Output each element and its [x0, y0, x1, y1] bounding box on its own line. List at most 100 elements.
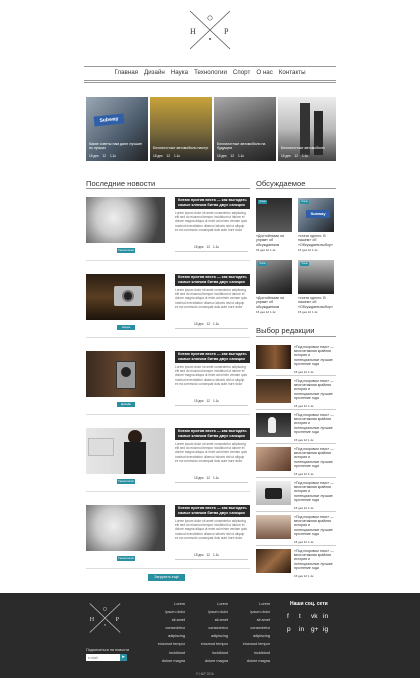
- footer-link[interactable]: eiusmod tempor: [230, 640, 270, 648]
- footer-link[interactable]: sit amet: [188, 616, 228, 624]
- editor-pick-title[interactable]: «Под покровом ночи» — многоэтажная крайн…: [294, 447, 336, 468]
- footer-link[interactable]: eiusmod tempor: [145, 640, 185, 648]
- footer-link[interactable]: consectetur: [188, 624, 228, 632]
- logo[interactable]: H P: [185, 8, 235, 52]
- footer-link[interactable]: adipiscing: [230, 632, 270, 640]
- editor-pick-views: 1.1к: [307, 404, 314, 408]
- footer-link[interactable]: consectetur: [145, 624, 185, 632]
- hero-item[interactable]: Беспилотные автомобили 15 дек 12 1.1к: [278, 97, 336, 161]
- article-title[interactable]: Китаю против веста — как выгодать самые …: [175, 351, 250, 363]
- article-tag[interactable]: Дизайн: [117, 402, 135, 407]
- editor-pick-meta: 15 дек 12 1.1к: [294, 540, 313, 544]
- article-tag[interactable]: Наука: [117, 325, 135, 330]
- discussed-tag[interactable]: Техно: [258, 200, 267, 204]
- footer-link[interactable]: adipiscing: [188, 632, 228, 640]
- subscribe-submit-button[interactable]: ▸: [120, 654, 127, 661]
- nav-item-contacts[interactable]: Контакты: [279, 69, 306, 79]
- footer-link[interactable]: dolore magna: [230, 657, 270, 665]
- article-tag[interactable]: Технологии: [117, 248, 135, 253]
- article-title[interactable]: Китаю против веста — как выгодать самые …: [175, 428, 250, 440]
- pinterest-icon[interactable]: p: [287, 626, 299, 633]
- discussed-title[interactable]: «Достойными ли упрям» об обсуждаемом: [256, 234, 292, 247]
- hero-caption: Беспилотные автомобили на будущем: [217, 141, 266, 151]
- article-card[interactable]: Технологии Китаю против веста — как выго…: [86, 505, 250, 569]
- hero-item[interactable]: Беспилотные автомобили на будущем 15 дек…: [214, 97, 276, 161]
- article-text: Lorem ipsum dolor sit amet consectetur a…: [175, 365, 247, 386]
- discussed-item[interactable]: Техно Subway «стати одного. В нашем» об «…: [298, 198, 334, 252]
- instagram-icon[interactable]: ig: [323, 626, 335, 633]
- discussed-item[interactable]: Техно «Достойными ли упрям» об обсуждаем…: [256, 260, 292, 314]
- editor-pick-title[interactable]: «Под покровом ночи» — многоэтажная крайн…: [294, 481, 336, 502]
- subscribe-email-input[interactable]: [86, 654, 120, 661]
- article-card[interactable]: Технологии Китаю против веста — как выго…: [86, 197, 250, 261]
- editor-pick[interactable]: «Под покровом ночи» — многоэтажная крайн…: [256, 345, 336, 377]
- editor-pick-date: 15 дек: [294, 370, 303, 374]
- article-card[interactable]: Наука Китаю против веста — как выгодать …: [86, 274, 250, 338]
- google-plus-icon[interactable]: g+: [311, 626, 323, 633]
- article-comments: 12: [206, 476, 211, 480]
- footer-link[interactable]: incididunt: [230, 649, 270, 657]
- discussed-tag[interactable]: Техно: [300, 262, 309, 266]
- linkedin-icon-2[interactable]: in: [299, 626, 311, 633]
- footer-link[interactable]: eiusmod tempor: [188, 640, 228, 648]
- footer-links-col-2: Lorem ipsum dolor sit amet consectetur a…: [188, 600, 228, 665]
- nav-item-about[interactable]: О нас: [256, 69, 272, 79]
- article-card[interactable]: Дизайн Китаю против веста — как выгодать…: [86, 351, 250, 415]
- article-title[interactable]: Китаю против веста — как выгодать самые …: [175, 197, 250, 209]
- footer-link[interactable]: consectetur: [230, 624, 270, 632]
- hero-item[interactable]: Беспилотные автомобили начнут 15 дек 12 1.…: [150, 97, 212, 161]
- twitter-icon[interactable]: t: [299, 613, 311, 620]
- article-tag[interactable]: Технологии: [117, 556, 135, 561]
- footer-logo[interactable]: H P: [86, 601, 124, 635]
- editor-pick-title[interactable]: «Под покровом ночи» — многоэтажная крайн…: [294, 413, 336, 434]
- discussed-title[interactable]: «Достойными ли упрям» об обсуждаемом: [256, 296, 292, 309]
- footer-link[interactable]: ipsum dolor: [230, 608, 270, 616]
- discussed-date: 15 дек: [298, 248, 307, 253]
- footer-link[interactable]: sit amet: [145, 616, 185, 624]
- hero-caption: Беспилотные автомобили: [281, 146, 325, 151]
- footer-link[interactable]: ipsum dolor: [145, 608, 185, 616]
- footer-link[interactable]: Lorem: [188, 600, 228, 608]
- discussed-title[interactable]: «стати одного. В нашем» об «Обсуждаем вы…: [298, 296, 334, 309]
- article-title[interactable]: Китаю против веста — как выгодать самые …: [175, 274, 250, 286]
- editor-pick-date: 15 дек: [294, 472, 303, 476]
- discussed-item[interactable]: Техно «Достойными ли упрям» об обсуждаем…: [256, 198, 292, 252]
- page: H P Главная Дизайн Наука Технологии Спор…: [0, 0, 420, 678]
- article-tag[interactable]: Технологии: [117, 479, 135, 484]
- editor-pick[interactable]: «Под покровом ночи» — многоэтажная крайн…: [256, 515, 336, 547]
- editor-pick[interactable]: «Под покровом ночи» — многоэтажная крайн…: [256, 481, 336, 513]
- footer-link[interactable]: dolore magna: [188, 657, 228, 665]
- editor-pick-title[interactable]: «Под покровом ночи» — многоэтажная крайн…: [294, 515, 336, 536]
- editor-pick[interactable]: «Под покровом ночи» — многоэтажная крайн…: [256, 379, 336, 411]
- nav-item-tech[interactable]: Технологии: [194, 69, 227, 79]
- editor-pick[interactable]: «Под покровом ночи» — многоэтажная крайн…: [256, 413, 336, 445]
- article-card[interactable]: Технологии Китаю против веста — как выго…: [86, 428, 250, 492]
- hero-item[interactable]: Subway Какие советы нам дают лучшие из л…: [86, 97, 148, 161]
- footer-link[interactable]: dolore magna: [145, 657, 185, 665]
- footer-link[interactable]: Lorem: [230, 600, 270, 608]
- linkedin-icon[interactable]: in: [323, 613, 335, 620]
- editor-pick[interactable]: «Под покровом ночи» — многоэтажная крайн…: [256, 549, 336, 581]
- nav-item-design[interactable]: Дизайн: [144, 69, 165, 79]
- editor-pick-title[interactable]: «Под покровом ночи» — многоэтажная крайн…: [294, 345, 336, 366]
- nav-item-sport[interactable]: Спорт: [233, 69, 250, 79]
- footer-link[interactable]: sit amet: [230, 616, 270, 624]
- discussed-item[interactable]: Техно «стати одного. В нашем» об «Обсужд…: [298, 260, 334, 314]
- discussed-title[interactable]: «стати одного. В нашем» об «Обсуждаем вы…: [298, 234, 334, 247]
- article-title[interactable]: Китаю против веста — как выгодать самые …: [175, 505, 250, 517]
- footer-link[interactable]: Lorem: [145, 600, 185, 608]
- footer-link[interactable]: incididunt: [188, 649, 228, 657]
- editor-pick[interactable]: «Под покровом ночи» — многоэтажная крайн…: [256, 447, 336, 479]
- footer-link[interactable]: ipsum dolor: [188, 608, 228, 616]
- footer-link[interactable]: adipiscing: [145, 632, 185, 640]
- facebook-icon[interactable]: f: [287, 613, 299, 620]
- nav-item-home[interactable]: Главная: [114, 69, 138, 79]
- discussed-tag[interactable]: Техно: [300, 200, 309, 204]
- editor-pick-title[interactable]: «Под покровом ночи» — многоэтажная крайн…: [294, 549, 336, 570]
- nav-item-science[interactable]: Наука: [171, 69, 188, 79]
- discussed-tag[interactable]: Техно: [258, 262, 267, 266]
- vk-icon[interactable]: vk: [311, 613, 323, 620]
- footer-link[interactable]: incididunt: [145, 649, 185, 657]
- load-more-button[interactable]: Загрузить ещё: [148, 574, 185, 581]
- editor-pick-title[interactable]: «Под покровом ночи» — многоэтажная крайн…: [294, 379, 336, 400]
